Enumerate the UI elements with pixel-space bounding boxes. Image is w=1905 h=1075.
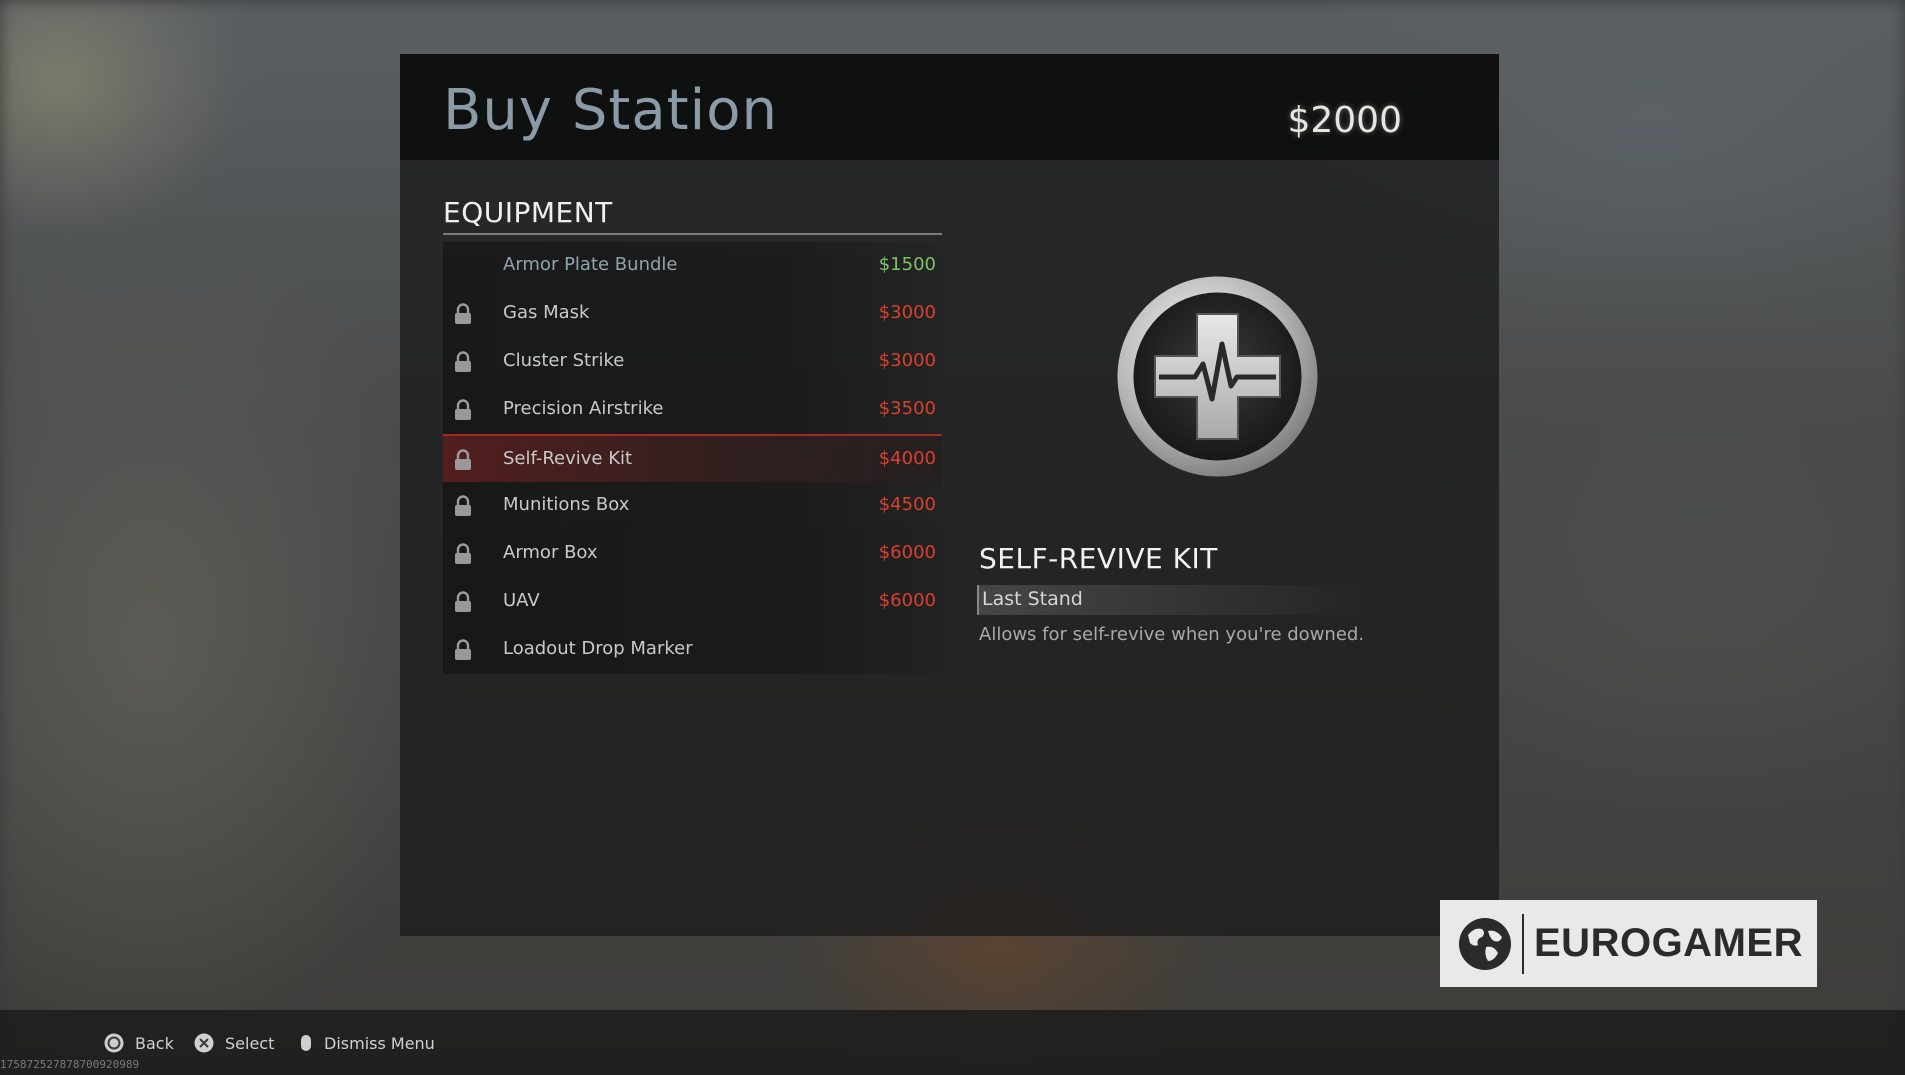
cross-button-icon[interactable]	[194, 1033, 214, 1053]
hint-back[interactable]: Back	[135, 1034, 174, 1053]
equipment-item[interactable]: Precision Airstrike $3500	[443, 386, 942, 434]
panel-header: Buy Station $2000	[400, 54, 1499, 160]
equipment-item[interactable]: Armor Box $6000	[443, 530, 942, 578]
equipment-item-name: Precision Airstrike	[503, 398, 664, 419]
circle-button-icon[interactable]	[104, 1033, 124, 1053]
lock-icon	[454, 449, 472, 471]
page-title: Buy Station	[443, 78, 778, 143]
build-id: 17587252787870092098​9	[0, 1058, 140, 1071]
detail-subtitle: Last Stand	[982, 588, 1083, 610]
medical-cross-icon	[1117, 276, 1318, 477]
watermark-divider	[1522, 914, 1524, 974]
equipment-item-price: $3500	[878, 398, 936, 419]
equipment-item-name: Cluster Strike	[503, 350, 625, 371]
lock-icon	[454, 543, 472, 565]
equipment-item-name: Gas Mask	[503, 302, 590, 323]
equipment-item[interactable]: Armor Plate Bundle $1500	[443, 242, 942, 290]
equipment-list: Armor Plate Bundle $1500 Gas Mask $3000 Clus…	[443, 242, 942, 674]
equipment-item[interactable]: Self-Revive Kit $4000	[443, 434, 942, 482]
lock-icon	[454, 399, 472, 421]
touchpad-icon[interactable]	[296, 1033, 316, 1053]
equipment-item-price: $3000	[878, 302, 936, 323]
lock-icon	[454, 351, 472, 373]
equipment-item[interactable]: Cluster Strike $3000	[443, 338, 942, 386]
equipment-item-price: $6000	[878, 542, 936, 563]
globe-icon	[1459, 918, 1511, 970]
detail-title: SELF-REVIVE KIT	[979, 542, 1218, 575]
section-title-equipment: EQUIPMENT	[443, 196, 613, 229]
hint-dismiss-menu[interactable]: Dismiss Menu	[324, 1034, 435, 1053]
equipment-item-price: $1500	[878, 254, 936, 275]
player-cash: $2000	[1287, 100, 1402, 141]
equipment-item-name: Loadout Drop Marker	[503, 638, 693, 659]
equipment-item-name: Armor Box	[503, 542, 598, 563]
equipment-item-name: Armor Plate Bundle	[503, 254, 678, 275]
lock-icon	[454, 591, 472, 613]
equipment-item-name: Self-Revive Kit	[503, 448, 633, 469]
buy-station-panel: Buy Station $2000 EQUIPMENT Armor Plate …	[400, 54, 1499, 936]
equipment-item[interactable]: Munitions Box $4500	[443, 482, 942, 530]
eurogamer-watermark: EUROGAMER	[1440, 900, 1817, 987]
lock-icon	[454, 639, 472, 661]
section-divider	[443, 233, 942, 235]
equipment-item[interactable]: UAV $6000	[443, 578, 942, 626]
equipment-item-name: Munitions Box	[503, 494, 630, 515]
detail-subtitle-bar: Last Stand	[977, 585, 1359, 615]
lock-icon	[454, 303, 472, 325]
footer-hints-bar: Back Select Dismiss Menu	[0, 1010, 1905, 1075]
lock-icon	[454, 495, 472, 517]
equipment-item-price: $3000	[878, 350, 936, 371]
watermark-brand: EUROGAMER	[1534, 921, 1803, 965]
equipment-item-name: UAV	[503, 590, 540, 611]
equipment-item-price: $6000	[878, 590, 936, 611]
equipment-item[interactable]: Gas Mask $3000	[443, 290, 942, 338]
detail-description: Allows for self-revive when you're downe…	[979, 624, 1365, 645]
equipment-item[interactable]: Loadout Drop Marker	[443, 626, 942, 674]
hint-select[interactable]: Select	[225, 1034, 274, 1053]
equipment-item-price: $4000	[878, 448, 936, 469]
equipment-item-price: $4500	[878, 494, 936, 515]
